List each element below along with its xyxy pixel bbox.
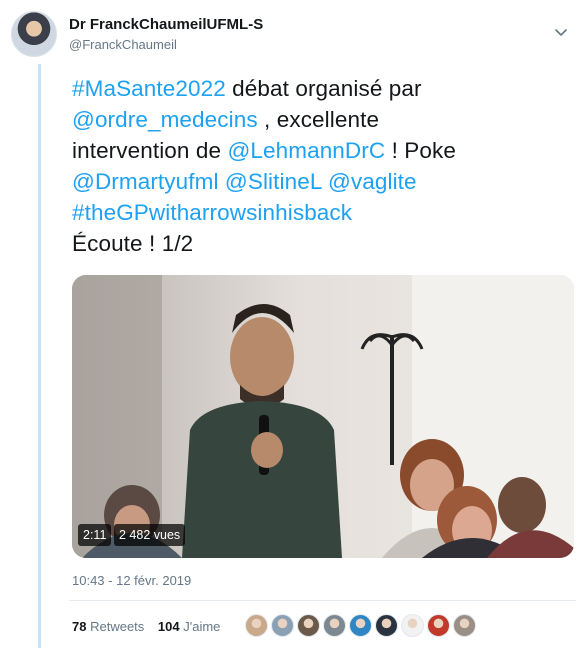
tweet-stats: 78 Retweets 104 J'aime [72,619,230,634]
mention-link[interactable]: @LehmannDrC [227,138,385,163]
likes-stat[interactable]: 104 J'aime [158,619,221,634]
liker-avatar-6[interactable] [375,614,398,637]
tweet-text-segment: Écoute ! 1/2 [72,231,194,256]
author-display-name[interactable]: Dr FranckChaumeilUFML-S [69,15,263,34]
tweet-timestamp[interactable]: 10:43 - 12 févr. 2019 [72,573,191,588]
liker-avatar-4[interactable] [323,614,346,637]
mention-link[interactable]: @vaglite [328,169,417,194]
retweets-label: Retweets [90,619,145,634]
tweet-text: #MaSante2022 débat organisé par @ordre_me… [72,73,562,259]
mention-link[interactable]: @ordre_medecins [72,107,258,132]
tweet-text-line: intervention de @LehmannDrC ! Poke [72,135,562,166]
liker-avatar-2[interactable] [271,614,294,637]
likes-count: 104 [157,619,180,634]
chevron-down-icon[interactable] [553,24,569,40]
hashtag-link[interactable]: #MaSante2022 [72,76,226,101]
likers-avatar-row [245,614,476,637]
tweet-text-line: @ordre_medecins , excellente [72,104,562,135]
video-thumbnail [72,275,574,558]
tweet-text-line: #theGPwitharrowsinhisback [72,197,562,228]
author-avatar[interactable] [11,11,57,57]
retweets-count: 78 [72,619,87,634]
liker-avatar-3[interactable] [297,614,320,637]
video-player[interactable]: 2:11 2 482 vues [72,275,574,558]
liker-avatar-1[interactable] [245,614,268,637]
tweet-text-line: Écoute ! 1/2 [72,228,562,259]
tweet-text-line: #MaSante2022 débat organisé par [72,73,562,104]
tweet-text-line: @Drmartyufml @SlitineL @vaglite [72,166,562,197]
author-handle[interactable]: @FranckChaumeil [69,37,263,52]
hashtag-link[interactable]: #theGPwitharrowsinhisback [72,200,352,225]
mention-link[interactable]: @SlitineL [225,169,322,194]
liker-avatar-7[interactable] [401,614,424,637]
likes-label: J'aime [183,619,221,634]
mention-link[interactable]: @Drmartyufml [72,169,219,194]
liker-avatar-5[interactable] [349,614,372,637]
tweet-text-segment: intervention de [72,138,228,163]
video-views-badge: 2 482 vues [114,524,186,546]
video-duration-badge: 2:11 [78,524,112,546]
liker-avatar-9[interactable] [453,614,476,637]
tweet-text-segment: , excellente [257,107,380,132]
liker-avatar-8[interactable] [427,614,450,637]
stats-divider [69,600,576,601]
tweet-text-segment: ! Poke [385,138,456,163]
thread-connector-line [38,64,41,648]
author-header[interactable]: Dr FranckChaumeilUFML-S @FranckChaumeil [69,15,263,52]
tweet-text-segment: débat organisé par [225,76,422,101]
retweets-stat[interactable]: 78 Retweets [72,619,144,634]
